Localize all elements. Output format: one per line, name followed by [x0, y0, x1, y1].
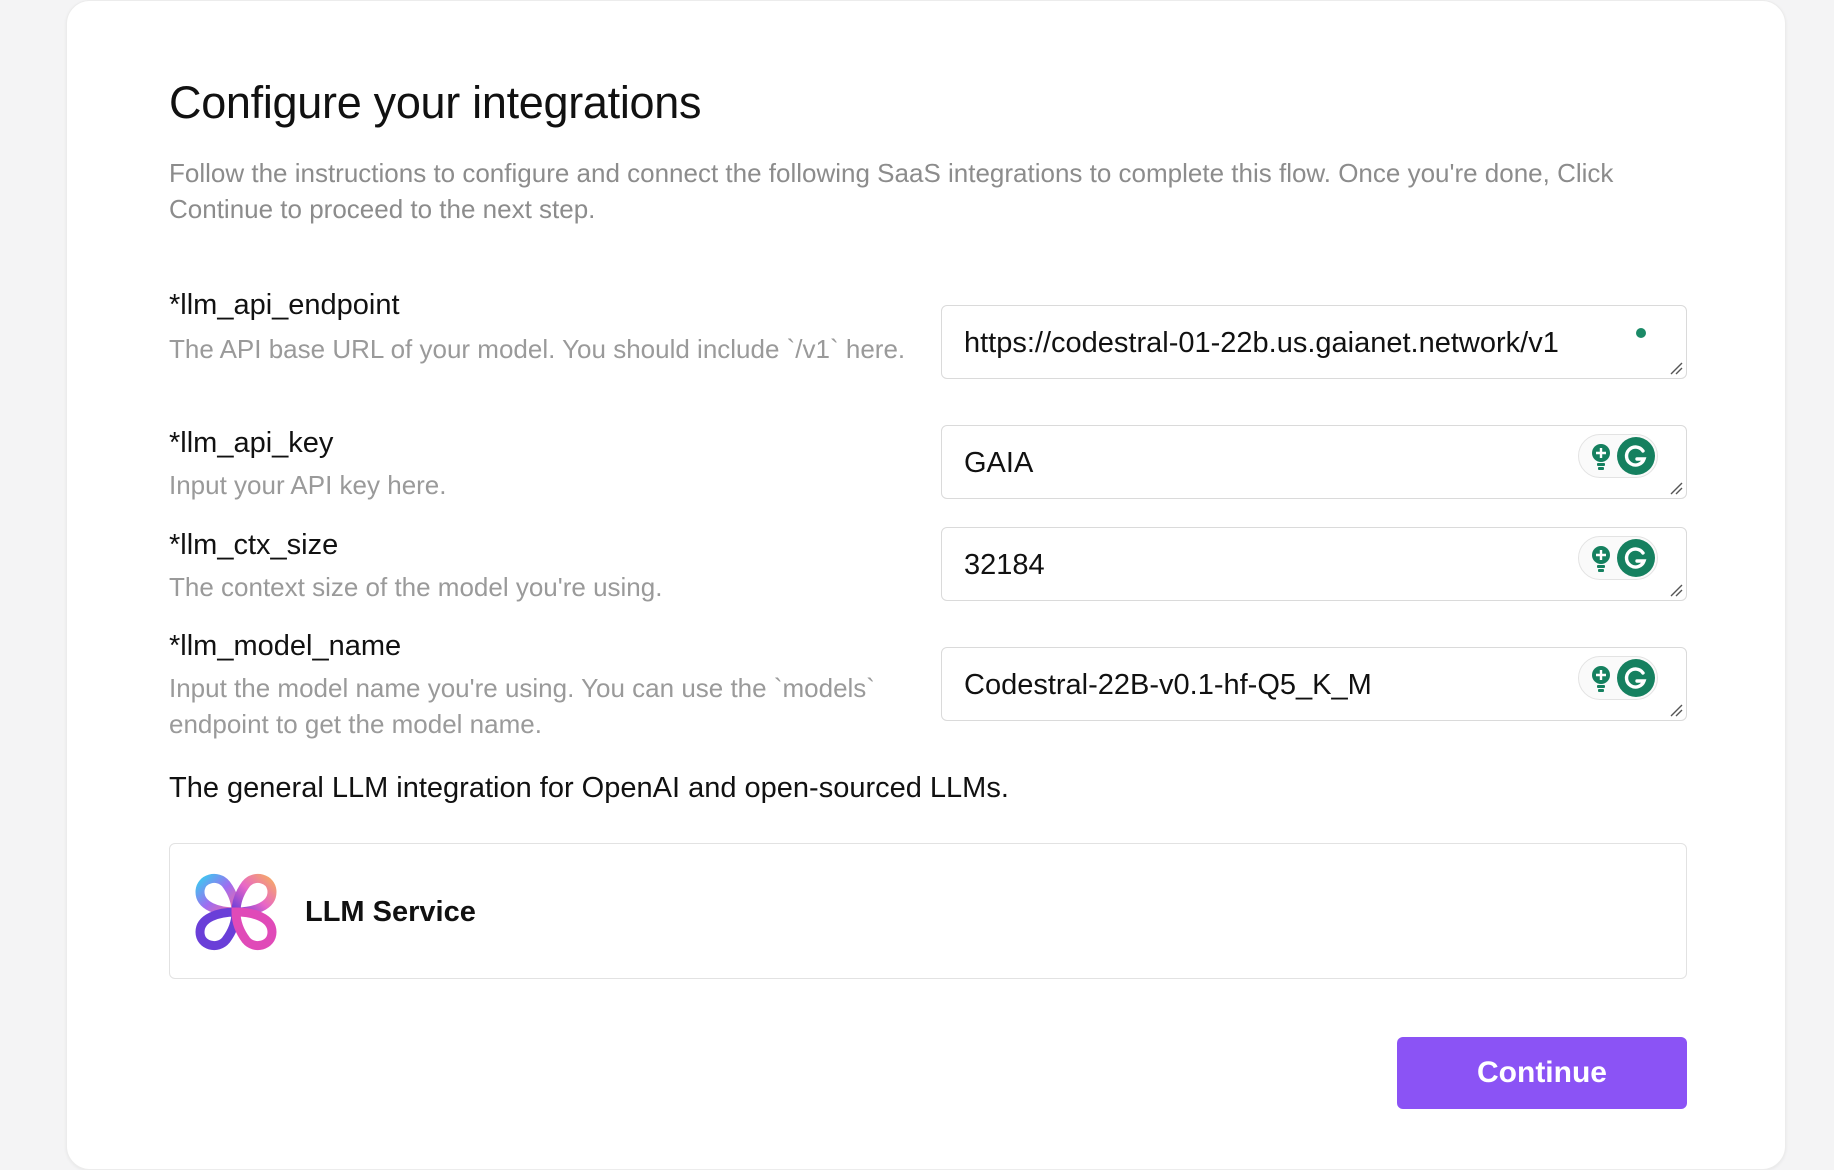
- writing-assistant-widget[interactable]: [1578, 434, 1658, 478]
- llm-api-key-value[interactable]: GAIA: [964, 426, 1033, 500]
- field-label-llm-api-endpoint: *llm_api_endpoint: [169, 289, 400, 321]
- llm-ctx-size-value[interactable]: 32184: [964, 528, 1045, 602]
- field-label-llm-ctx-size: *llm_ctx_size: [169, 529, 339, 561]
- field-desc-llm-api-key: Input your API key here.: [169, 470, 447, 500]
- llm-model-name-value[interactable]: Codestral-22B-v0.1-hf-Q5_K_M: [964, 648, 1372, 722]
- field-desc-llm-model-name: Input the model name you're using. You c…: [169, 673, 875, 739]
- writing-assistant-widget[interactable]: [1578, 656, 1658, 700]
- lightbulb-icon[interactable]: [1587, 544, 1615, 574]
- resize-handle-icon[interactable]: [1669, 583, 1683, 597]
- llm-api-endpoint-value[interactable]: https://codestral-01-22b.us.gaianet.netw…: [964, 306, 1559, 380]
- field-label-llm-model-name: *llm_model_name: [169, 630, 402, 662]
- llm-api-endpoint-input[interactable]: https://codestral-01-22b.us.gaianet.netw…: [941, 305, 1687, 379]
- status-dot-icon: [1636, 328, 1646, 338]
- page-title: Configure your integrations: [169, 77, 702, 128]
- grammarly-icon[interactable]: [1617, 659, 1655, 697]
- llm-model-name-input[interactable]: Codestral-22B-v0.1-hf-Q5_K_M: [941, 647, 1687, 721]
- llm-service-card[interactable]: LLM Service: [169, 843, 1687, 979]
- field-label-llm-api-key: *llm_api_key: [169, 427, 334, 459]
- integration-card: Configure your integrations Follow the i…: [66, 0, 1786, 1170]
- llm-api-key-input[interactable]: GAIA: [941, 425, 1687, 499]
- lightbulb-icon[interactable]: [1587, 664, 1615, 694]
- llm-ctx-size-input[interactable]: 32184: [941, 527, 1687, 601]
- resize-handle-icon[interactable]: [1669, 481, 1683, 495]
- integration-summary: The general LLM integration for OpenAI a…: [169, 772, 1009, 804]
- resize-handle-icon[interactable]: [1669, 703, 1683, 717]
- grammarly-icon[interactable]: [1617, 437, 1655, 475]
- grammarly-icon[interactable]: [1617, 539, 1655, 577]
- writing-assistant-widget[interactable]: [1578, 536, 1658, 580]
- llm-service-name: LLM Service: [305, 896, 476, 928]
- lightbulb-icon[interactable]: [1587, 442, 1615, 472]
- field-desc-llm-api-endpoint: The API base URL of your model. You shou…: [169, 334, 906, 364]
- continue-button[interactable]: Continue: [1397, 1037, 1687, 1109]
- llm-service-logo-icon: [195, 873, 277, 951]
- field-desc-llm-ctx-size: The context size of the model you're usi…: [169, 572, 663, 602]
- resize-handle-icon[interactable]: [1669, 361, 1683, 375]
- page-intro: Follow the instructions to configure and…: [169, 158, 1614, 224]
